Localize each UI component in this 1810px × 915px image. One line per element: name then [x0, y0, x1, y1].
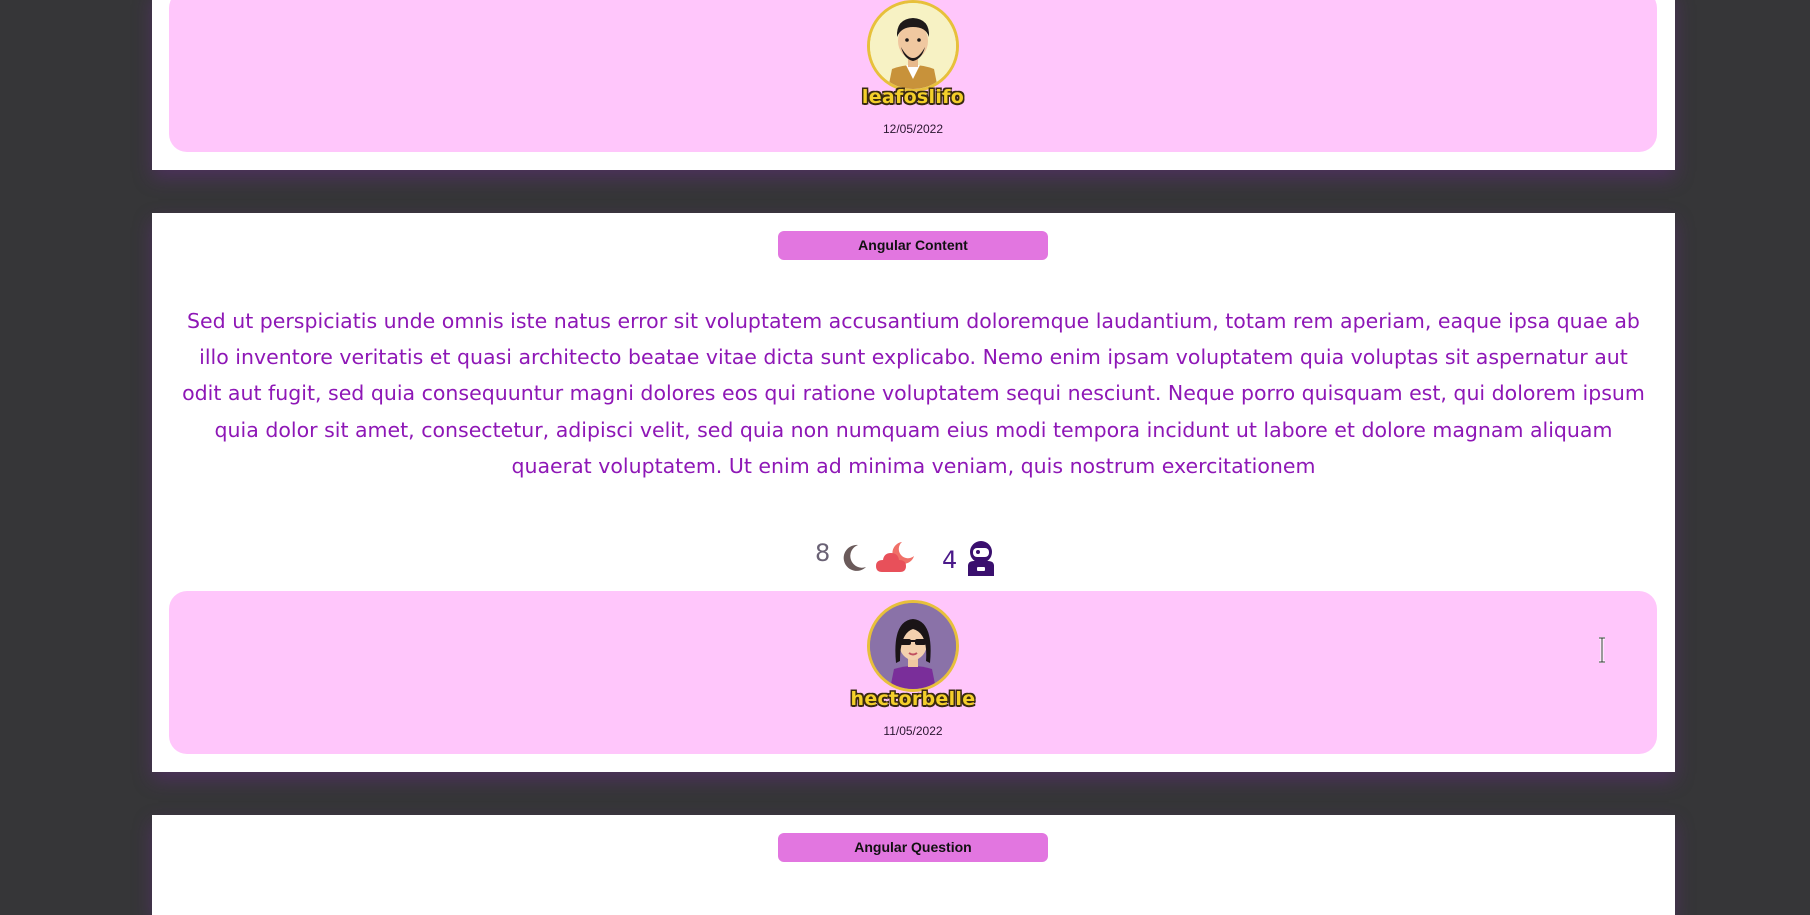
category-badge[interactable]: Angular Content [778, 231, 1048, 260]
post-body: Sed ut perspiciatis unde omnis iste natu… [182, 309, 1645, 478]
post-date: 11/05/2022 [883, 724, 943, 738]
moon-reaction-count: 8 [815, 539, 831, 567]
author-username[interactable]: leafoslifo [169, 86, 1657, 108]
post-card: Angular Content Sed ut perspiciatis unde… [152, 213, 1675, 772]
reactions-bar: 8 4 [152, 535, 1675, 578]
astronaut-reaction-count: 4 [942, 546, 958, 574]
post-card: Angular Question [152, 815, 1675, 915]
crescent-moon-icon[interactable] [840, 543, 868, 577]
text-cursor-icon [1598, 636, 1606, 667]
post-date: 12/05/2022 [882, 122, 944, 136]
author-panel: hectorbelle 11/05/2022 [169, 591, 1657, 754]
author-panel: leafoslifo 12/05/2022 [169, 0, 1657, 152]
category-badge[interactable]: Angular Question [778, 833, 1048, 862]
man-beard-avatar-icon[interactable] [867, 0, 959, 92]
cloud-moon-icon[interactable] [876, 540, 916, 578]
woman-sunglasses-avatar-icon[interactable] [867, 600, 959, 692]
astronaut-icon[interactable] [964, 540, 998, 580]
post-card: leafoslifo 12/05/2022 [152, 0, 1675, 170]
author-username[interactable]: hectorbelle [169, 688, 1657, 710]
